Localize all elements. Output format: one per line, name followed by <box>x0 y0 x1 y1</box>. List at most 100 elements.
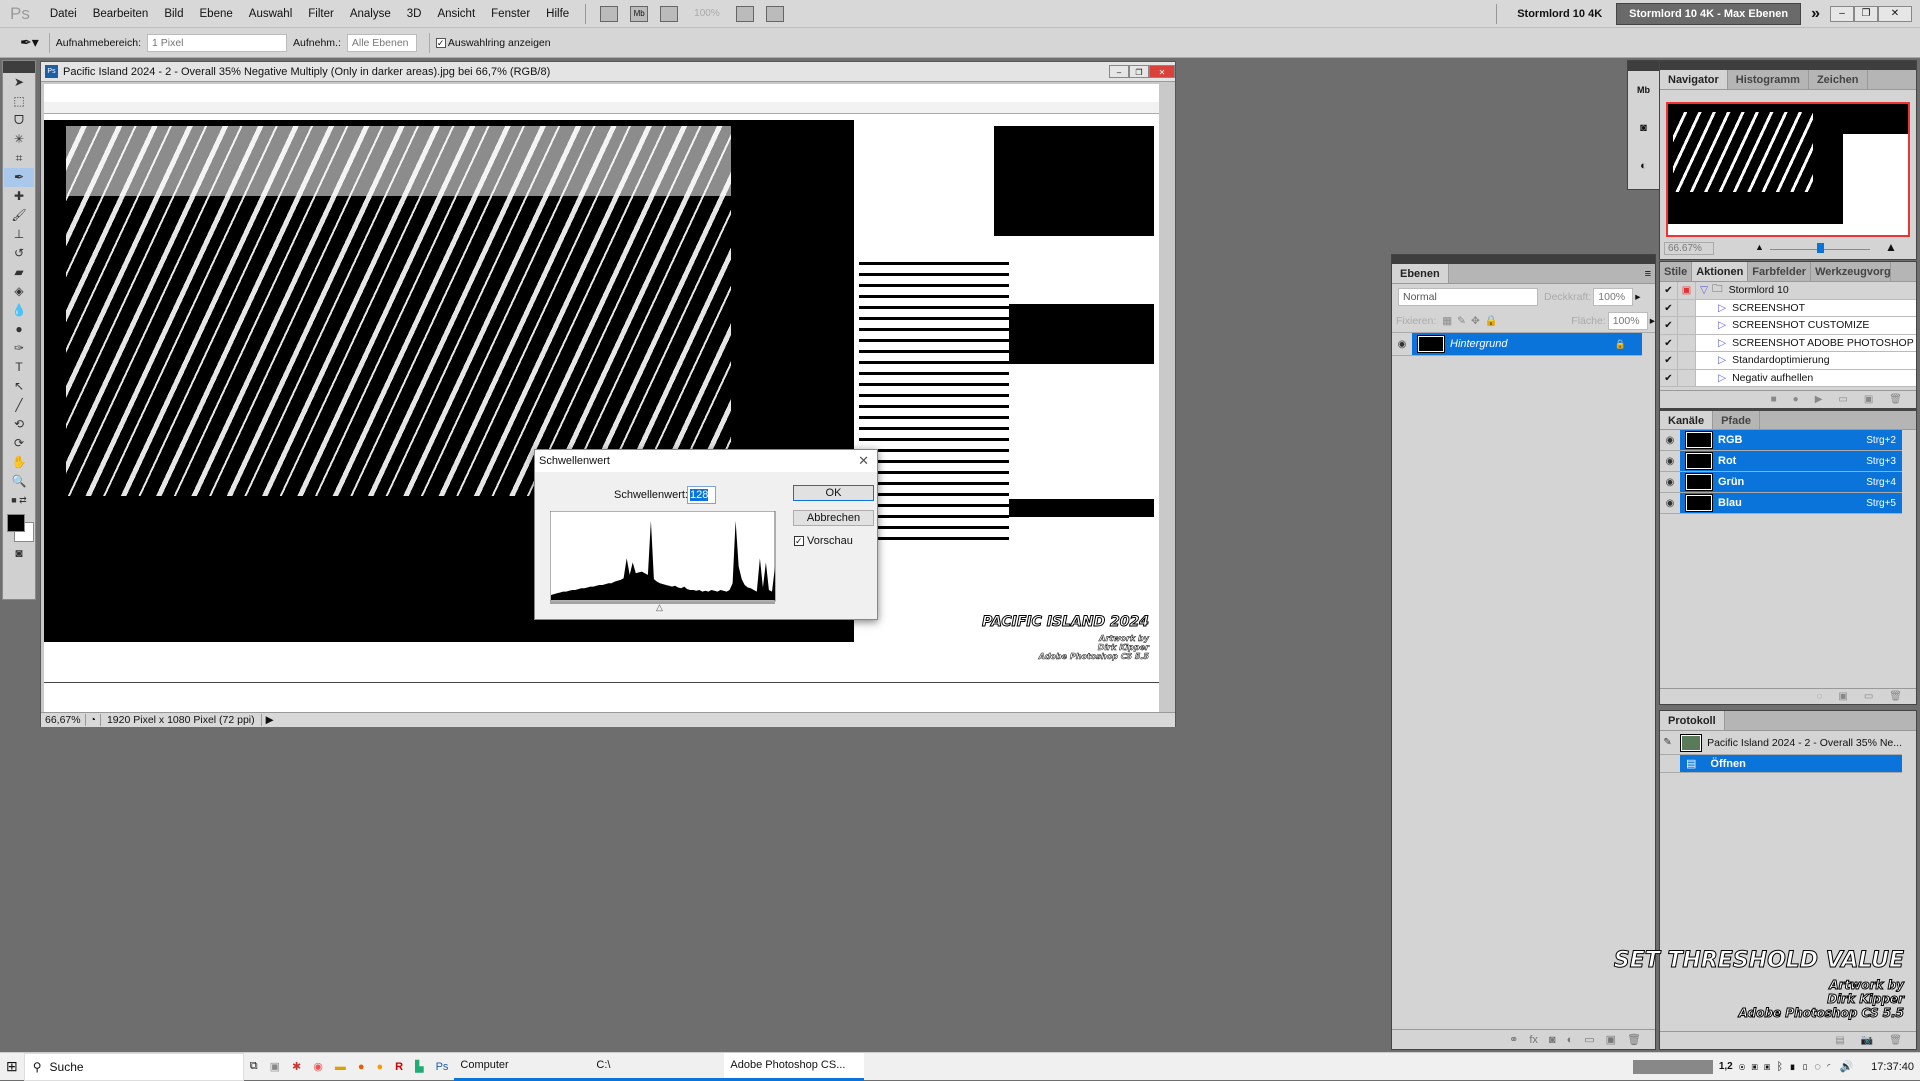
dialog-toggle[interactable]: ▣ <box>1678 282 1696 299</box>
expand-triangle-icon[interactable]: ▷ <box>1718 302 1726 314</box>
menu-ansicht[interactable]: Ansicht <box>429 8 483 20</box>
navigator-zoom-field[interactable]: 66.67% <box>1664 242 1714 255</box>
tray-widget[interactable] <box>1632 1059 1713 1074</box>
adjustment-layer-icon[interactable]: ◐ <box>1567 1034 1574 1046</box>
menu-fenster[interactable]: Fenster <box>483 8 538 20</box>
dialog-toggle[interactable] <box>1678 299 1696 316</box>
sample-layers-select[interactable]: Alle Ebenen <box>346 33 417 52</box>
menu-analyse[interactable]: Analyse <box>342 8 399 20</box>
delete-state-icon[interactable]: 🗑 <box>1889 1035 1902 1046</box>
new-layer-icon[interactable]: ▣ <box>1606 1033 1616 1046</box>
ok-button[interactable]: OK <box>793 485 874 501</box>
channel-row[interactable]: ◉ Grün Strg+4 <box>1660 472 1902 493</box>
bridge-icon[interactable] <box>600 5 619 22</box>
action-row[interactable]: ✔ ▷ Standardoptimierung <box>1660 352 1916 370</box>
history-brush-source-icon[interactable]: ✎ <box>1660 737 1675 748</box>
zoom-in-icon[interactable]: ▲ <box>1885 240 1897 254</box>
eraser-tool-icon[interactable]: ▰ <box>4 263 34 282</box>
tab-pfade[interactable]: Pfade <box>1713 411 1761 429</box>
new-set-icon[interactable]: ▭ <box>1838 394 1847 405</box>
expand-triangle-icon[interactable]: ▷ <box>1718 319 1726 331</box>
menu-hilfe[interactable]: Hilfe <box>538 8 577 20</box>
tab-zeichen[interactable]: Zeichen <box>1809 70 1868 89</box>
action-enabled-checkbox[interactable]: ✔ <box>1660 299 1678 316</box>
lock-icons[interactable]: ▦✎✥🔒 <box>1442 314 1503 327</box>
menu-ebene[interactable]: Ebene <box>192 8 241 20</box>
fill-field[interactable]: 100% <box>1607 311 1648 330</box>
channel-row[interactable]: ◉ RGB Strg+2 <box>1660 430 1902 451</box>
eyedropper-icon[interactable]: ✒▾ <box>20 34 39 51</box>
taskbar-app-computer[interactable]: Computer <box>454 1053 591 1081</box>
zoom-level-select[interactable]: 100% <box>694 8 720 19</box>
action-set-row[interactable]: ✔ ▣ ▽ 🗀 Stormlord 10 <box>1660 282 1916 300</box>
tab-werkzeugvorgaben[interactable]: Werkzeugvorgabe <box>1811 262 1892 281</box>
action-row[interactable]: ✔ ▷ SCREENSHOT CUSTOMIZE <box>1660 317 1916 335</box>
3d-rotate-tool-icon[interactable]: ⟲ <box>4 415 34 434</box>
restore-button[interactable]: ❐ <box>1854 5 1878 22</box>
document-title-bar[interactable]: Ps Pacific Island 2024 - 2 - Overall 35%… <box>41 62 1175 82</box>
expand-triangle-icon[interactable]: ▷ <box>1718 354 1726 366</box>
new-document-from-state-icon[interactable]: ▤ <box>1835 1035 1844 1046</box>
visibility-eye-icon[interactable]: ◉ <box>1660 456 1680 467</box>
visibility-eye-icon[interactable]: ◉ <box>1660 477 1680 488</box>
dialog-close-icon[interactable]: ✕ <box>858 453 877 469</box>
expand-triangle-icon[interactable]: ▷ <box>1718 337 1726 349</box>
action-enabled-checkbox[interactable]: ✔ <box>1660 352 1678 369</box>
magic-wand-tool-icon[interactable]: ✳ <box>4 130 34 149</box>
dialog-toggle[interactable] <box>1678 334 1696 351</box>
cancel-button[interactable]: Abbrechen <box>793 510 874 526</box>
sample-size-select[interactable]: 1 Pixel <box>147 33 287 52</box>
play-icon[interactable]: ▶ <box>1815 394 1823 405</box>
swap-colors-icon[interactable]: ■ ⇄ <box>4 491 34 510</box>
menu-bearbeiten[interactable]: Bearbeiten <box>85 8 157 20</box>
move-tool-icon[interactable]: ➤ <box>4 73 34 92</box>
quick-mask-icon[interactable]: ◙ <box>4 544 34 563</box>
masks-icon[interactable]: ◙ <box>1628 109 1659 147</box>
history-state[interactable]: ▤ Öffnen <box>1660 755 1902 773</box>
action-row[interactable]: ✔ ▷ Negativ aufhellen <box>1660 369 1916 387</box>
task-view-icon[interactable]: ⧉ <box>244 1053 264 1081</box>
color-swatches[interactable] <box>3 510 35 544</box>
layer-name[interactable]: Hintergrund <box>1450 338 1615 350</box>
new-channel-icon[interactable]: ▭ <box>1864 691 1873 702</box>
start-button[interactable]: ⊞ <box>0 1053 24 1081</box>
navigator-preview[interactable] <box>1666 102 1910 237</box>
threshold-slider-handle[interactable]: △ <box>656 602 663 613</box>
fx-icon[interactable]: fx <box>1529 1034 1538 1046</box>
expand-triangle-icon[interactable]: ▷ <box>1718 372 1726 384</box>
workspace-stormlord[interactable]: Stormlord 10 4K <box>1503 8 1616 20</box>
3d-orbit-tool-icon[interactable]: ⟳ <box>4 434 34 453</box>
delete-channel-icon[interactable]: 🗑 <box>1889 691 1902 702</box>
action-enabled-checkbox[interactable]: ✔ <box>1660 317 1678 334</box>
doc-restore-button[interactable]: ❐ <box>1129 65 1149 78</box>
action-row[interactable]: ✔ ▷ SCREENSHOT ADOBE PHOTOSHOP <box>1660 334 1916 352</box>
delete-layer-icon[interactable]: 🗑 <box>1627 1033 1641 1046</box>
record-icon[interactable]: ● <box>1793 394 1799 405</box>
line-tool-icon[interactable]: ╱ <box>4 396 34 415</box>
pinned-app-icon[interactable]: R <box>389 1053 409 1081</box>
opacity-field[interactable]: 100% <box>1593 287 1634 306</box>
crop-tool-icon[interactable]: ⌗ <box>4 149 34 168</box>
menu-auswahl[interactable]: Auswahl <box>241 8 300 20</box>
type-tool-icon[interactable]: T <box>4 358 34 377</box>
tab-histogramm[interactable]: Histogramm <box>1728 70 1809 89</box>
blur-tool-icon[interactable]: 💧 <box>4 301 34 320</box>
dialog-toggle[interactable] <box>1678 317 1696 334</box>
pinned-app-icon[interactable]: ◉ <box>307 1053 329 1081</box>
doc-close-button[interactable]: ✕ <box>1149 65 1175 78</box>
channel-row[interactable]: ◉ Rot Strg+3 <box>1660 451 1902 472</box>
action-enabled-checkbox[interactable]: ✔ <box>1660 369 1678 386</box>
zoom-out-icon[interactable]: ▲ <box>1755 242 1764 252</box>
paint-bucket-tool-icon[interactable]: ◈ <box>4 282 34 301</box>
photoshop-pinned-icon[interactable]: Ps <box>430 1053 455 1081</box>
pinned-app-icon[interactable]: ● <box>370 1053 389 1081</box>
dodge-tool-icon[interactable]: ● <box>4 320 34 339</box>
foreground-color[interactable] <box>7 514 25 532</box>
action-enabled-checkbox[interactable]: ✔ <box>1660 334 1678 351</box>
healing-brush-tool-icon[interactable]: ✚ <box>4 187 34 206</box>
delete-action-icon[interactable]: 🗑 <box>1889 394 1902 405</box>
extras-icon[interactable] <box>660 5 679 22</box>
tab-stile[interactable]: Stile <box>1660 262 1693 281</box>
menu-3d[interactable]: 3D <box>399 8 430 20</box>
menu-bild[interactable]: Bild <box>156 8 191 20</box>
